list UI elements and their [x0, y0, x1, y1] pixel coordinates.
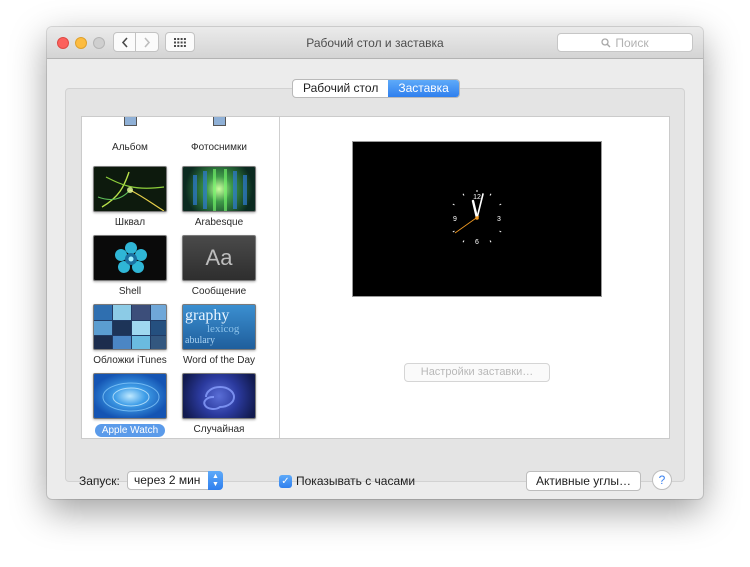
search-field[interactable]: Поиск [557, 33, 693, 52]
flurry-thumbnail [93, 166, 167, 212]
clock-preview: 12 3 6 9 [452, 190, 502, 246]
screensaver-item-random[interactable]: Случайная [174, 373, 264, 435]
show-clock-label: Показывать с часами [296, 474, 416, 488]
monitor-icon [123, 117, 137, 126]
clock-number-9: 9 [453, 216, 457, 223]
wotd-word-2: lexicog [207, 323, 240, 335]
wotd-word-3: abulary [185, 335, 215, 346]
screensaver-label: Shell [118, 286, 142, 297]
screensaver-label: Шквал [114, 217, 146, 228]
word-of-day-thumbnail: graphy lexicog abulary [182, 304, 256, 350]
screensaver-item-itunes-artwork[interactable]: Обложки iTunes [85, 304, 175, 366]
preferences-window: Рабочий стол и заставка Поиск Рабочий ст… [47, 27, 703, 499]
screensaver-list[interactable]: Альбом Фотоснимки Шквал Arabesque Shell … [82, 117, 280, 438]
start-after-select[interactable]: через 2 мин ▲ ▼ [127, 471, 223, 490]
screensaver-label: Фотоснимки [191, 142, 247, 153]
start-after-value: через 2 мин [134, 473, 201, 487]
title-bar: Рабочий стол и заставка Поиск [47, 27, 703, 59]
screensaver-pane: Альбом Фотоснимки Шквал Arabesque Shell … [81, 116, 670, 439]
search-placeholder: Поиск [615, 35, 649, 50]
stepper-arrows-icon: ▲ ▼ [208, 471, 223, 490]
screensaver-item-album[interactable]: Альбом [85, 117, 175, 153]
start-after-label: Запуск: [79, 474, 120, 488]
screensaver-item-photos[interactable]: Фотоснимки [174, 117, 264, 153]
search-icon [601, 37, 611, 47]
message-thumb-text: Aa [205, 245, 233, 270]
screensaver-item-shell[interactable]: Shell [85, 235, 175, 297]
clock-number-3: 3 [497, 216, 501, 223]
screensaver-item-flurry[interactable]: Шквал [85, 166, 175, 228]
screensaver-item-message[interactable]: Aa Сообщение [174, 235, 264, 297]
screensaver-label: Случайная [193, 424, 245, 435]
tab-control: Рабочий стол Заставка [292, 79, 460, 98]
clock-number-12: 12 [473, 194, 481, 201]
message-thumbnail: Aa [182, 235, 256, 281]
screensaver-item-apple-watch[interactable]: Apple Watch [85, 373, 175, 437]
screensaver-item-word-of-the-day[interactable]: graphy lexicog abulary Word of the Day [174, 304, 264, 366]
monitor-icon [212, 117, 226, 126]
shell-thumbnail [93, 235, 167, 281]
screensaver-label: Обложки iTunes [93, 355, 167, 366]
random-thumbnail [182, 373, 256, 419]
screensaver-label-selected: Apple Watch [94, 424, 166, 437]
screensaver-label: Альбом [112, 142, 148, 153]
screensaver-label: Arabesque [194, 217, 244, 228]
screensaver-label: Сообщение [191, 286, 247, 297]
help-button[interactable]: ? [652, 470, 672, 490]
screensaver-item-arabesque[interactable]: Arabesque [174, 166, 264, 228]
apple-watch-thumbnail [93, 373, 167, 419]
tab-screensaver[interactable]: Заставка [388, 80, 459, 97]
arabesque-thumbnail [182, 166, 256, 212]
tab-desktop[interactable]: Рабочий стол [293, 80, 388, 97]
screensaver-options-button[interactable]: Настройки заставки… [404, 363, 550, 382]
show-clock-checkbox[interactable]: ✓ [279, 474, 292, 488]
show-clock-option[interactable]: ✓ Показывать с часами [279, 474, 415, 488]
screensaver-preview: 12 3 6 9 [352, 141, 602, 297]
screensaver-label: Word of the Day [182, 355, 256, 366]
hot-corners-button[interactable]: Активные углы… [526, 471, 641, 491]
clock-number-6: 6 [475, 239, 479, 246]
itunes-artwork-thumbnail [93, 304, 167, 350]
wotd-word-1: graphy [185, 307, 230, 324]
